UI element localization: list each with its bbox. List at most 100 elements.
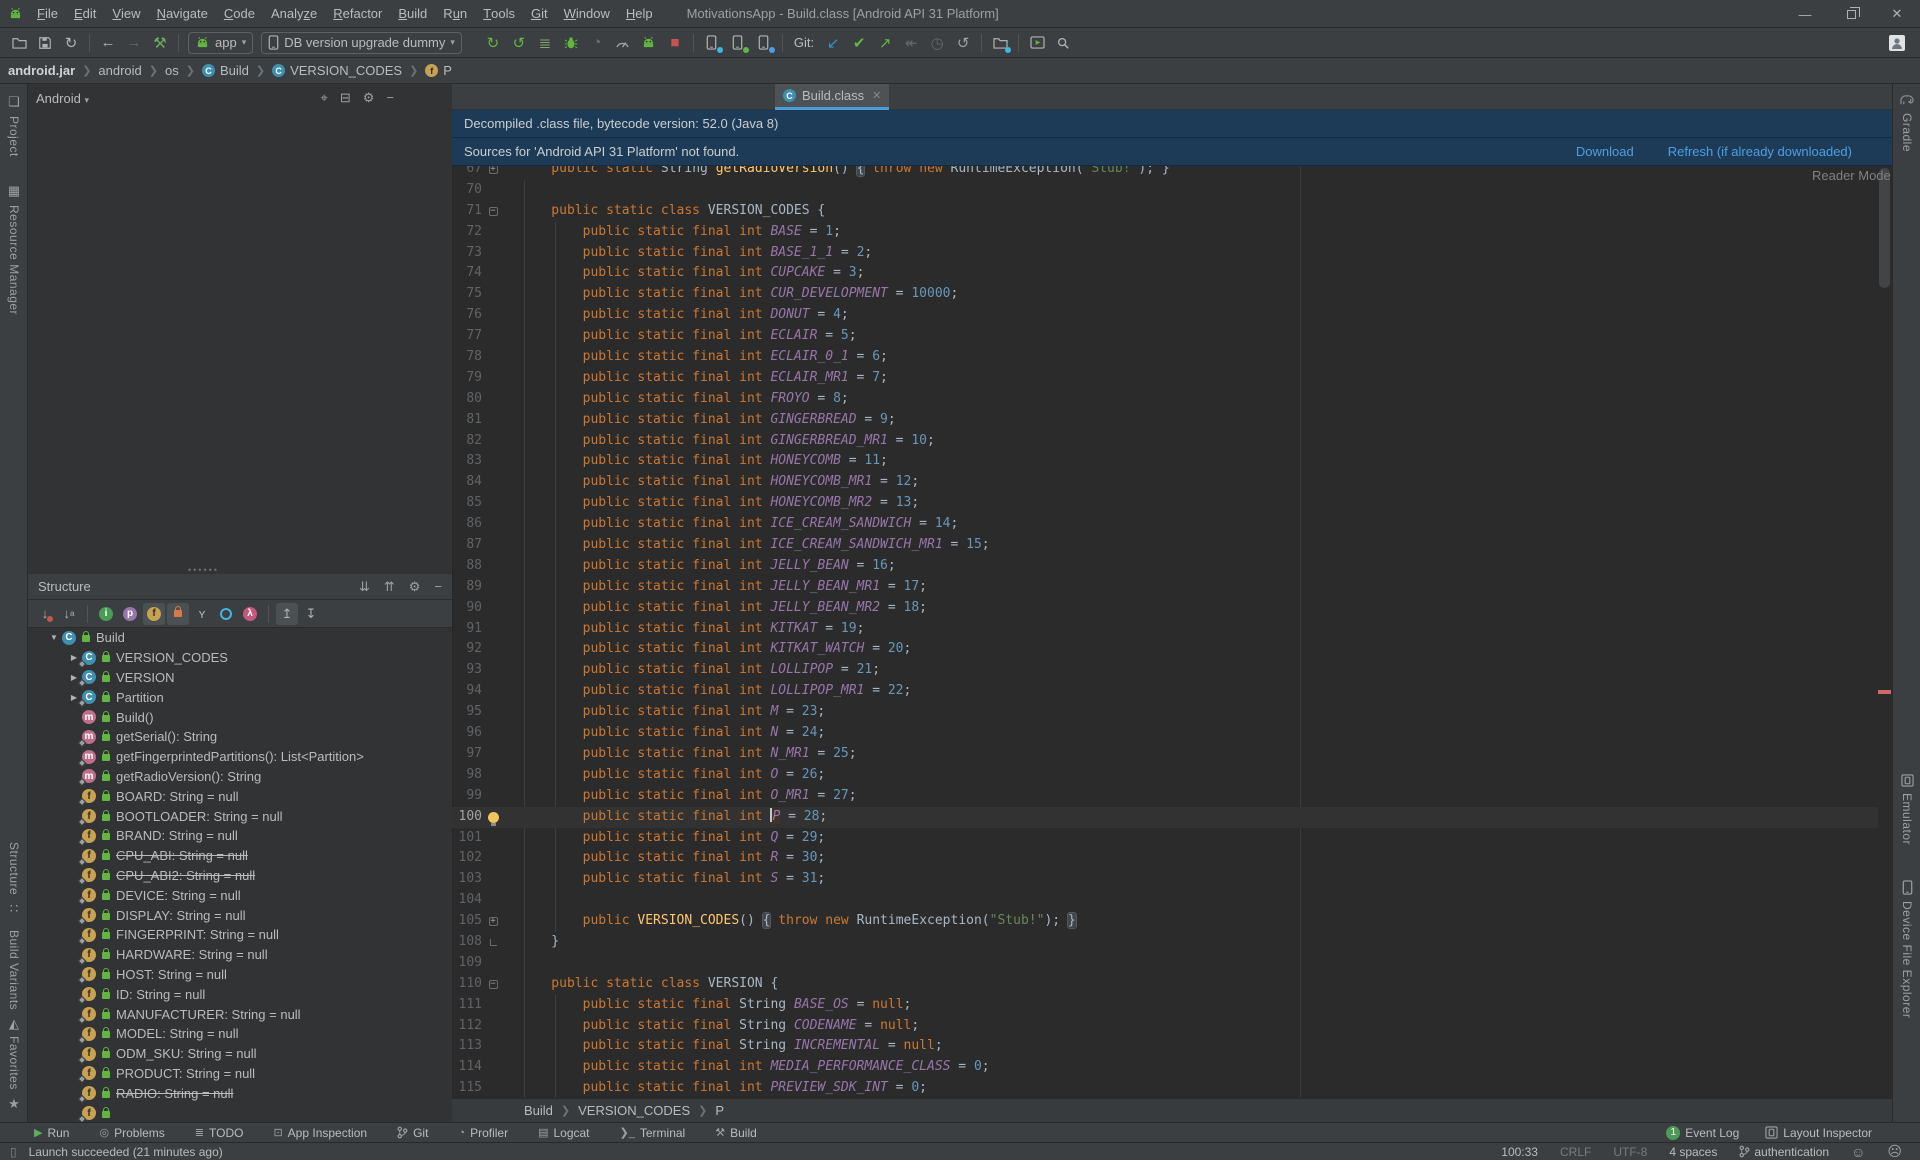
git-push-icon[interactable]: ↗	[872, 31, 898, 55]
structure-item-display[interactable]: fDISPLAY: String = null	[28, 905, 452, 925]
structure-item-build[interactable]: mBuild()	[28, 707, 452, 727]
menu-file[interactable]: File	[29, 0, 66, 28]
show-properties-icon[interactable]: p	[119, 603, 141, 625]
line-number[interactable]: 77	[452, 326, 482, 347]
structure-item-id[interactable]: fID: String = null	[28, 984, 452, 1004]
line-number[interactable]: 108	[452, 932, 482, 953]
hide-panel-icon[interactable]: −	[434, 579, 442, 595]
line-number[interactable]: 99	[452, 786, 482, 807]
editor-crumb-p[interactable]: P	[715, 1103, 724, 1118]
menu-window[interactable]: Window	[556, 0, 618, 28]
line-number[interactable]: 94	[452, 681, 482, 702]
download-link[interactable]: Download	[1576, 144, 1634, 159]
line-number[interactable]: 90	[452, 598, 482, 619]
forward-icon[interactable]: →	[121, 31, 147, 55]
structure-item-getserial[interactable]: mgetSerial(): String	[28, 727, 452, 747]
run-anything-icon[interactable]	[1024, 31, 1050, 55]
hide-panel-icon[interactable]: −	[386, 90, 394, 106]
show-objects-icon[interactable]	[215, 603, 237, 625]
collapse-all-icon[interactable]: ⊟	[340, 90, 351, 106]
close-button-icon[interactable]: ✕	[1874, 0, 1920, 28]
structure-item-device[interactable]: fDEVICE: String = null	[28, 885, 452, 905]
line-number[interactable]: 75	[452, 284, 482, 305]
line-number[interactable]: 112	[452, 1016, 482, 1037]
attach-debugger-icon[interactable]: ◔	[584, 31, 610, 55]
menu-tools[interactable]: Tools	[475, 0, 523, 28]
project-structure-icon[interactable]	[987, 31, 1013, 55]
structure-item-cpu_abi2[interactable]: fCPU_ABI2: String = null	[28, 866, 452, 886]
profile-avatar-icon[interactable]	[1884, 31, 1910, 55]
show-lambdas-icon[interactable]: λ	[239, 603, 261, 625]
panel-splitter-handle[interactable]: ••••••	[28, 566, 452, 574]
structure-item-cpu_abi[interactable]: fCPU_ABI: String = null	[28, 846, 452, 866]
fold-collapse-icon[interactable]: −	[482, 201, 504, 222]
line-number[interactable]: 87	[452, 535, 482, 556]
profile-app-icon[interactable]	[636, 31, 662, 55]
structure-item-model[interactable]: fMODEL: String = null	[28, 1024, 452, 1044]
line-number[interactable]: 81	[452, 410, 482, 431]
tool-stripe-build-variants[interactable]: Build Variants◭	[0, 930, 28, 1032]
path-crumb-android.jar[interactable]: android.jar	[8, 63, 75, 78]
autoscroll-from-source-icon[interactable]: ↧	[300, 603, 322, 625]
line-number[interactable]: 101	[452, 828, 482, 849]
line-number[interactable]: 109	[452, 953, 482, 974]
git-history-icon[interactable]: ◷	[924, 31, 950, 55]
editor-crumb-build[interactable]: Build	[524, 1103, 553, 1118]
editor-scrollbar[interactable]	[1879, 168, 1890, 288]
build-hammer-icon[interactable]: ⚒	[147, 31, 173, 55]
run-config-select[interactable]: app▾	[188, 32, 253, 54]
line-number[interactable]: 72	[452, 222, 482, 243]
line-number[interactable]: 80	[452, 389, 482, 410]
line-number[interactable]: 76	[452, 305, 482, 326]
apply-code-changes-icon[interactable]: ↺	[506, 31, 532, 55]
sort-alphabetically-icon[interactable]: ↓a	[58, 603, 80, 625]
intention-lightbulb-icon[interactable]	[482, 807, 504, 828]
structure-item-partition[interactable]: ▶CPartition	[28, 687, 452, 707]
editor-crumb-version_codes[interactable]: VERSION_CODES	[578, 1103, 690, 1118]
structure-item[interactable]: f	[28, 1103, 452, 1122]
line-number[interactable]: 104	[452, 890, 482, 911]
structure-item-radio[interactable]: fRADIO: String = null	[28, 1083, 452, 1103]
profiler-toolwindow-button[interactable]: ◔Profiler	[458, 1126, 508, 1140]
structure-item-odm_sku[interactable]: fODM_SKU: String = null	[28, 1044, 452, 1064]
settings-gear-icon[interactable]: ⚙	[409, 579, 421, 595]
run-tasks-icon[interactable]: ≣	[532, 31, 558, 55]
structure-item-version_codes[interactable]: ▶CVERSION_CODES	[28, 648, 452, 668]
line-number[interactable]: 84	[452, 472, 482, 493]
autoscroll-to-source-icon[interactable]: ↥	[276, 603, 298, 625]
line-number[interactable]: 111	[452, 995, 482, 1016]
fold-collapse-icon[interactable]: −	[482, 974, 504, 995]
logcat-toolwindow-button[interactable]: ▤Logcat	[538, 1126, 589, 1140]
todo-toolwindow-button[interactable]: ≣TODO	[195, 1126, 244, 1140]
line-number[interactable]: 103	[452, 869, 482, 890]
terminal-toolwindow-button[interactable]: ❯_Terminal	[620, 1126, 686, 1140]
menu-git[interactable]: Git	[523, 0, 556, 28]
line-separator-indicator[interactable]: CRLF	[1560, 1145, 1591, 1159]
structure-item-fingerprint[interactable]: fFINGERPRINT: String = null	[28, 925, 452, 945]
line-number[interactable]: 86	[452, 514, 482, 535]
expand-all-icon[interactable]: ⇊	[359, 579, 370, 595]
locate-file-icon[interactable]: ⌖	[321, 90, 328, 106]
line-number[interactable]: 74	[452, 263, 482, 284]
line-number[interactable]: 73	[452, 243, 482, 264]
tool-stripe-project[interactable]: ❏Project	[0, 94, 28, 157]
code-editor[interactable]: 67+ public static String getRadioVersion…	[452, 159, 1878, 1100]
tool-stripe-device-file-explorer[interactable]: Device File Explorer	[1893, 880, 1920, 1018]
git-toolwindow-button[interactable]: Git	[397, 1126, 428, 1140]
line-number[interactable]: 92	[452, 639, 482, 660]
sort-by-visibility-icon[interactable]: ↓	[34, 603, 56, 625]
path-crumb-build[interactable]: CBuild	[202, 63, 249, 78]
line-number[interactable]: 115	[452, 1078, 482, 1099]
show-inherited-icon[interactable]: i	[95, 603, 117, 625]
feedback-dissatisfied-icon[interactable]: ☹	[1887, 1143, 1902, 1160]
menu-refactor[interactable]: Refactor	[325, 0, 390, 28]
path-crumb-version_codes[interactable]: CVERSION_CODES	[272, 63, 402, 78]
line-number[interactable]: 105	[452, 911, 482, 932]
app-inspection-toolwindow-button[interactable]: ⊡App Inspection	[273, 1126, 367, 1140]
line-number[interactable]: 88	[452, 556, 482, 577]
open-project-icon[interactable]	[6, 31, 32, 55]
show-anonymous-classes-icon[interactable]: ʏ	[191, 603, 213, 625]
line-number[interactable]: 71	[452, 201, 482, 222]
search-everywhere-icon[interactable]	[1050, 31, 1076, 55]
error-stripe-mark[interactable]	[1878, 690, 1891, 694]
